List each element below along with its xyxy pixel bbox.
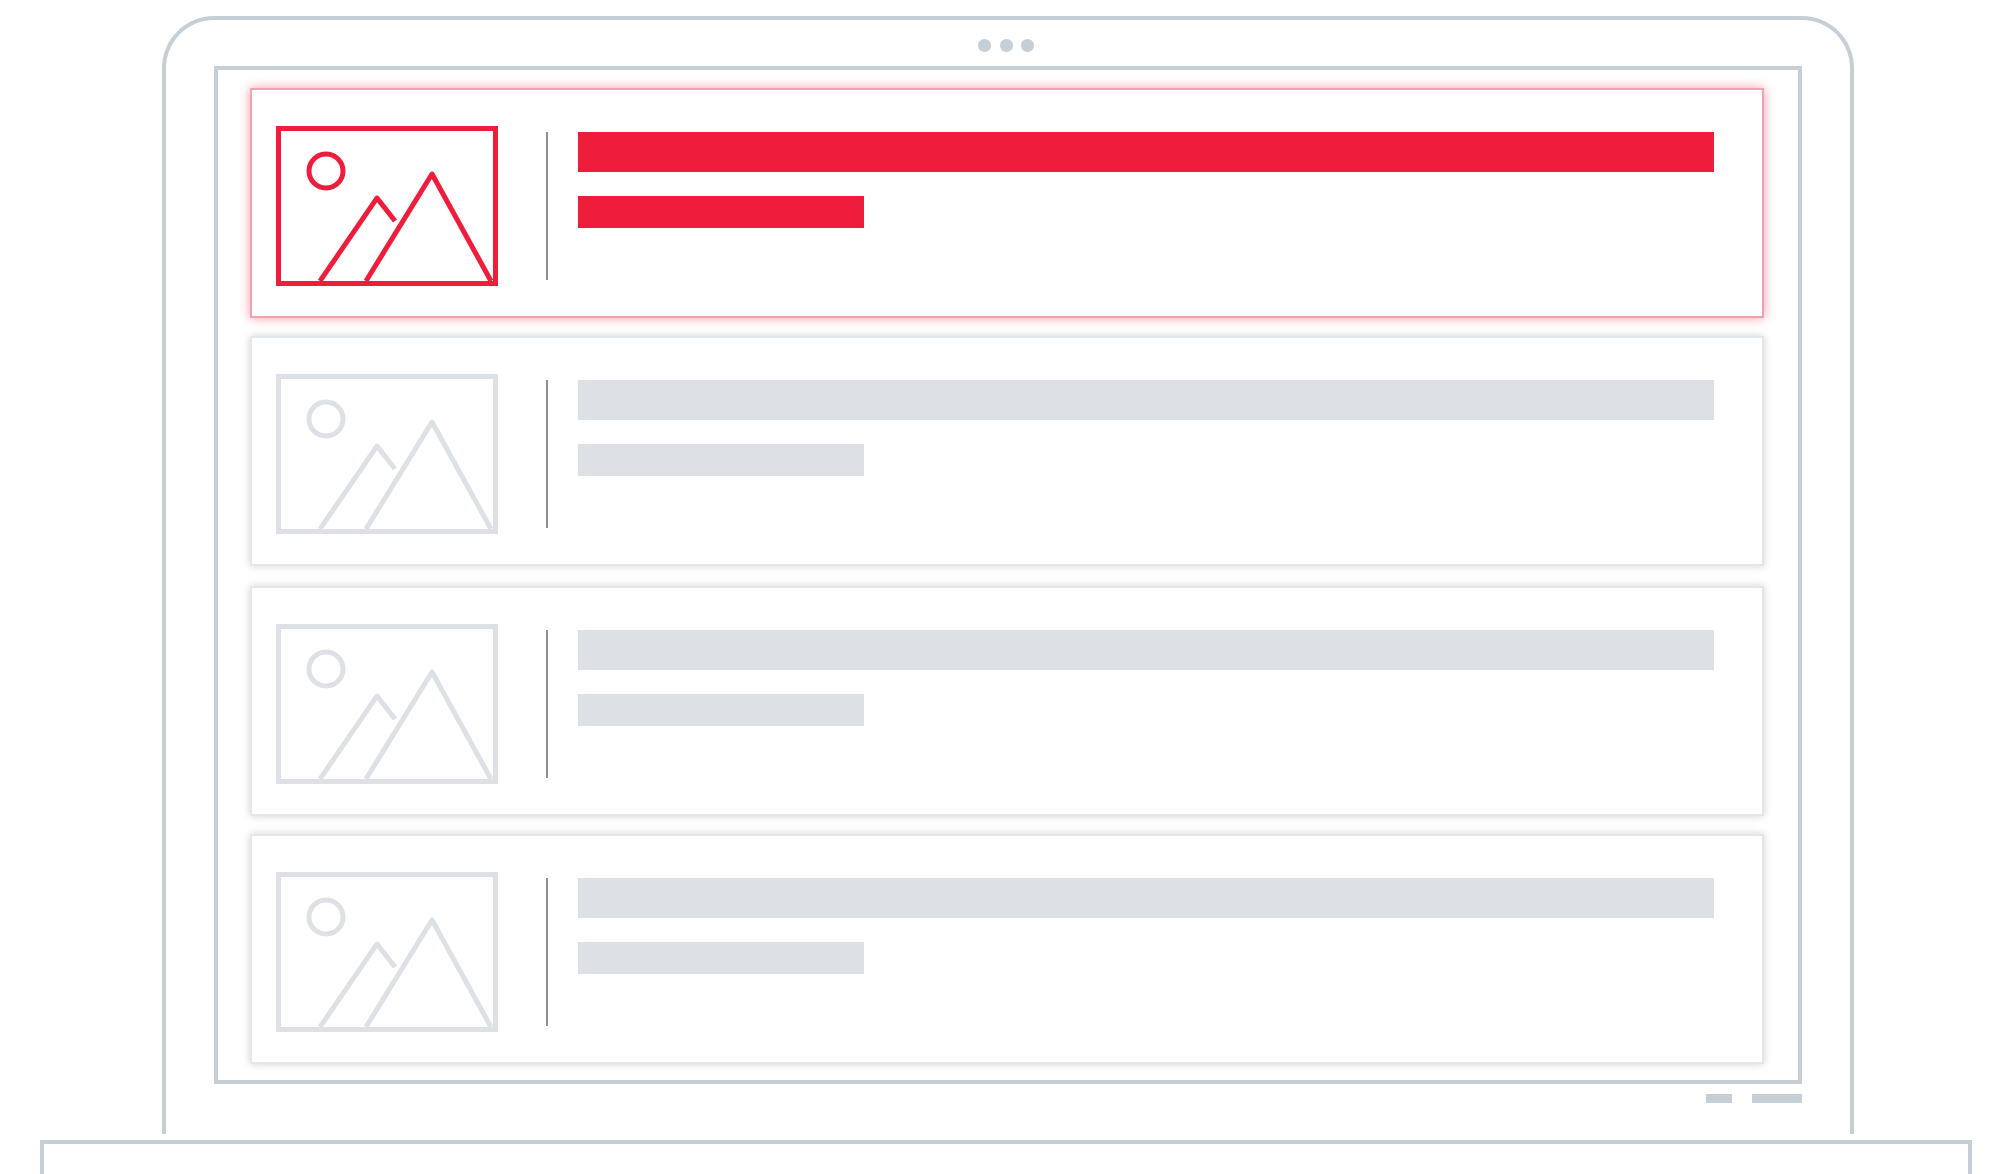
item-divider [546,630,548,778]
status-indicator [1752,1094,1802,1103]
camera-dot [978,38,991,52]
subtitle-placeholder [578,694,864,726]
image-thumbnail [276,374,498,534]
camera-dot [999,38,1013,52]
image-icon [276,624,498,784]
list-item[interactable] [250,336,1764,566]
list-item[interactable] [250,834,1764,1064]
image-icon [276,126,498,286]
subtitle-placeholder [578,444,864,476]
item-divider [546,380,548,528]
image-thumbnail [276,872,498,1032]
list-item-selected[interactable] [250,88,1764,318]
item-divider [546,878,548,1026]
image-thumbnail [276,624,498,784]
subtitle-placeholder [578,196,864,228]
title-placeholder [578,878,1714,918]
title-placeholder [578,630,1714,670]
camera-dot [1021,38,1034,52]
image-icon [276,374,498,534]
subtitle-placeholder [578,942,864,974]
status-indicator [1706,1094,1732,1103]
title-placeholder [578,132,1714,172]
list-item[interactable] [250,586,1764,816]
title-placeholder [578,380,1714,420]
laptop-base [40,1140,1972,1174]
laptop-illustration [0,0,1992,1174]
item-divider [546,132,548,280]
camera-dots [978,38,1034,52]
image-icon [276,872,498,1032]
image-thumbnail [276,126,498,286]
